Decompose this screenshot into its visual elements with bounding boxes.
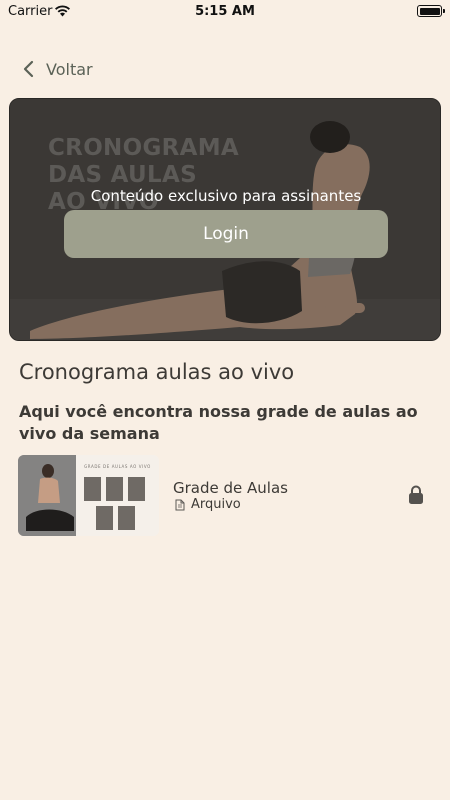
hero-banner: CRONOGRAMA DAS AULAS AO VIVO Conteúdo ex… [9, 98, 441, 341]
hero-background-title-line: CRONOGRAMA [48, 135, 240, 161]
exclusive-content-message: Conteúdo exclusivo para assinantes [90, 187, 362, 205]
file-icon [175, 499, 185, 510]
item-type: Arquivo [191, 497, 241, 512]
page-title: Cronograma aulas ao vivo [19, 360, 295, 384]
item-title: Grade de Aulas [173, 479, 288, 497]
page-subtitle: Aqui você encontra nossa grade de aulas … [19, 402, 418, 443]
chevron-left-icon [23, 60, 34, 78]
item-meta: Arquivo [175, 497, 241, 512]
back-button[interactable]: Voltar [22, 56, 93, 82]
thumbnail-heading: GRADE DE AULAS AO VIVO [84, 464, 151, 469]
item-thumbnail: GRADE DE AULAS AO VIVO [18, 455, 159, 536]
clock: 5:15 AM [195, 4, 255, 19]
status-bar: Carrier 5:15 AM [0, 0, 450, 24]
back-label: Voltar [46, 59, 93, 79]
list-item[interactable]: GRADE DE AULAS AO VIVO Grade de Aulas Ar… [18, 455, 438, 537]
lock-icon [409, 485, 423, 504]
hero-background-title-line: DAS AULAS [48, 162, 197, 188]
login-button[interactable]: Login [64, 210, 388, 258]
battery-icon [417, 5, 445, 17]
